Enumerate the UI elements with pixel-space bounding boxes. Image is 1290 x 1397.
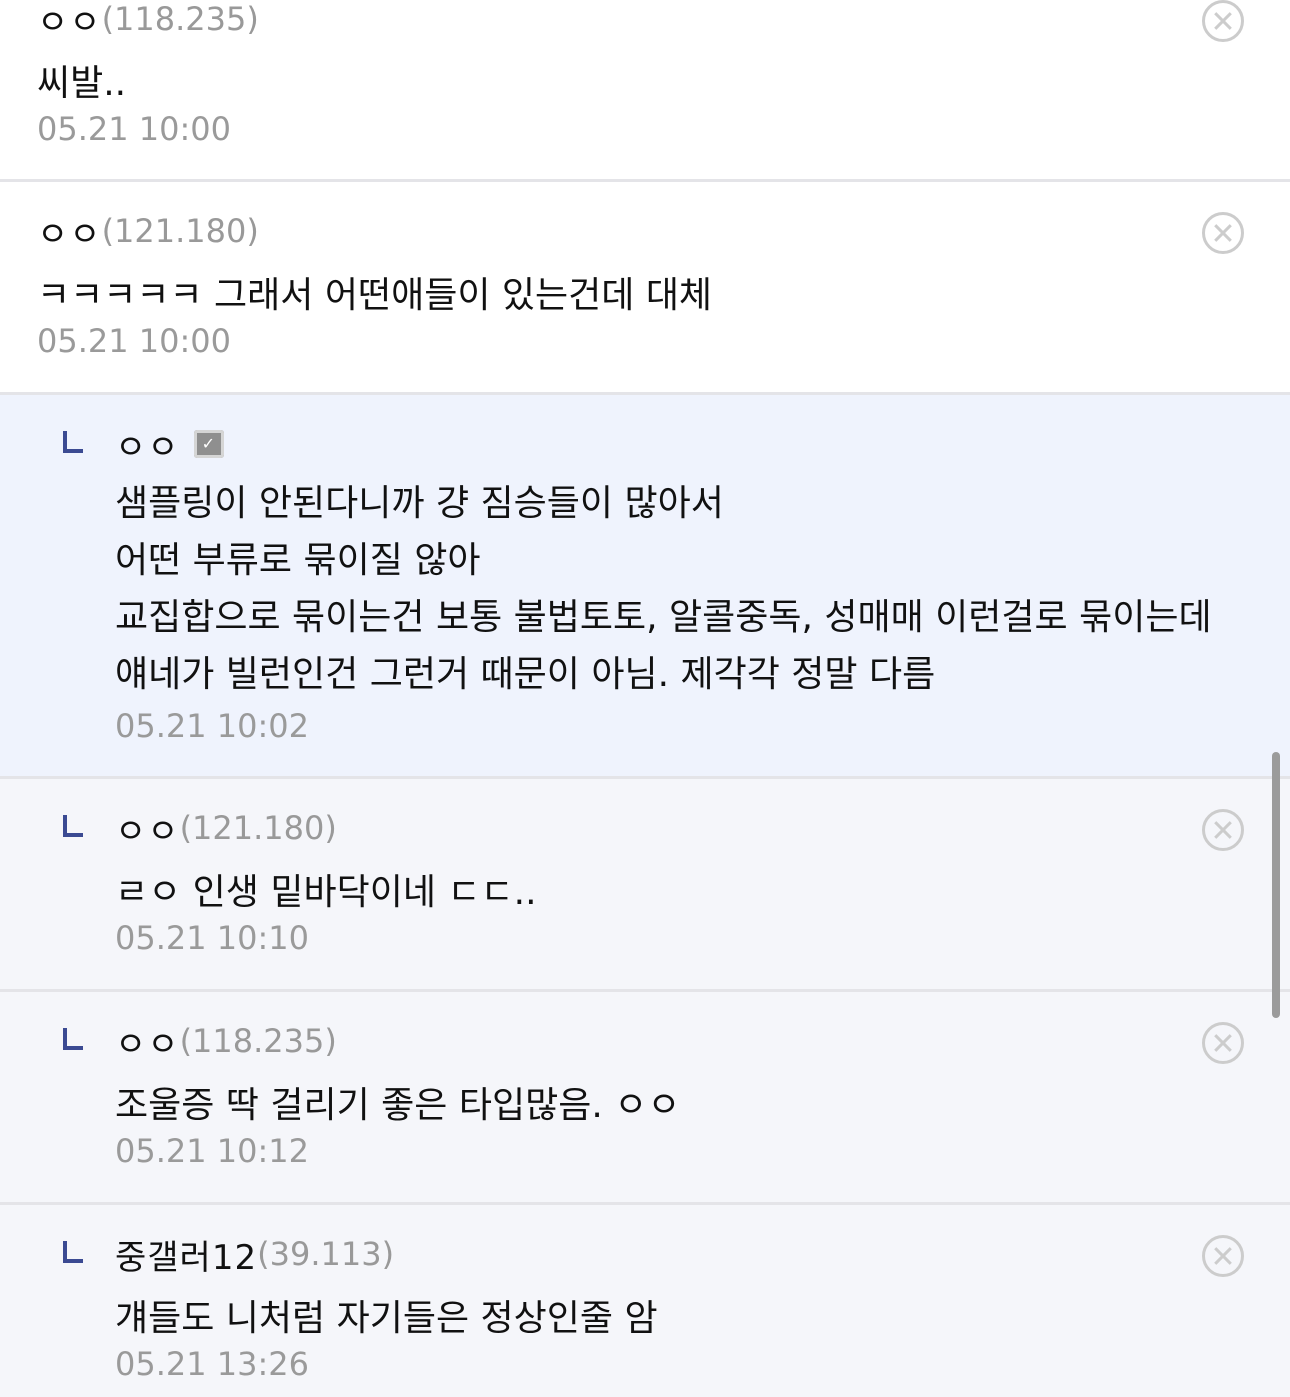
reply-arrow-icon <box>63 815 83 837</box>
comment-ip: (118.235) <box>101 0 259 38</box>
comment-text-line: 조울증 딱 걸리기 좋은 타입많음. ㅇㅇ <box>115 1085 681 1126</box>
comment-text-line: 어떤 부류로 묶이질 않아 <box>115 540 481 581</box>
reply-comment-item: 중갤러12 (39.113) 걔들도 니처럼 자기들은 정상인줄 암 05.21… <box>0 1205 1290 1397</box>
comment-nickname[interactable]: ㅇㅇ <box>115 420 180 469</box>
comment-text-line: 걔들도 니처럼 자기들은 정상인줄 암 <box>115 1298 658 1339</box>
comment-nickname[interactable]: ㅇㅇ <box>115 804 180 853</box>
comment-nickname[interactable]: ㅇㅇ <box>37 207 102 256</box>
delete-comment-button[interactable] <box>1202 212 1244 254</box>
comment-ip: (118.235) <box>179 1022 337 1060</box>
comment-text: 조울증 딱 걸리기 좋은 타입많음. ㅇㅇ <box>115 1077 680 1134</box>
reply-arrow-icon <box>63 1241 83 1263</box>
comment-text-line: 씨발.. <box>37 63 127 104</box>
comment-text: 씨발.. <box>37 55 126 112</box>
comment-header: ㅇㅇ (118.235) <box>37 0 259 44</box>
comment-date: 05.21 10:10 <box>115 919 309 957</box>
comment-date: 05.21 10:00 <box>37 322 231 360</box>
comment-text-line: ㄹㅇ 인생 밑바닥이네 ㄷㄷ.. <box>115 872 537 913</box>
comment-date: 05.21 10:00 <box>37 110 231 148</box>
comment-text-line: ㅋㅋㅋㅋㅋ 그래서 어떤애들이 있는건데 대체 <box>37 275 713 316</box>
comment-nickname[interactable]: 중갤러12 <box>115 1230 257 1279</box>
comment-item: ㅇㅇ (121.180) ㅋㅋㅋㅋㅋ 그래서 어떤애들이 있는건데 대체 05.… <box>0 182 1290 395</box>
comment-text-line: 교집합으로 묶이는건 보통 불법토토, 알콜중독, 성매매 이런걸로 묶이는데 <box>115 597 1212 638</box>
delete-comment-button[interactable] <box>1202 1235 1244 1277</box>
comment-list-screen: ㅇㅇ (118.235) 씨발.. 05.21 10:00 ㅇㅇ (121.18… <box>0 0 1290 1397</box>
comment-date: 05.21 10:12 <box>115 1132 309 1170</box>
delete-comment-button[interactable] <box>1202 0 1244 42</box>
delete-comment-button[interactable] <box>1202 1022 1244 1064</box>
reply-arrow-icon <box>63 431 83 453</box>
delete-comment-button[interactable] <box>1202 809 1244 851</box>
comment-text-line: 샘플링이 안된다니까 걍 짐승들이 많아서 <box>115 483 724 524</box>
scrollbar-thumb[interactable] <box>1272 752 1280 1018</box>
reply-comment-item: ㅇㅇ ✓ 샘플링이 안된다니까 걍 짐승들이 많아서 어떤 부류로 묶이질 않아… <box>0 395 1290 779</box>
comment-ip: (121.180) <box>179 809 337 847</box>
comment-date: 05.21 10:02 <box>115 707 309 745</box>
comment-header: ㅇㅇ (121.180) <box>115 804 337 853</box>
comment-nickname[interactable]: ㅇㅇ <box>115 1017 180 1066</box>
comment-text: ㄹㅇ 인생 밑바닥이네 ㄷㄷ.. <box>115 864 537 921</box>
comment-nickname[interactable]: ㅇㅇ <box>37 0 102 44</box>
comment-date: 05.21 13:26 <box>115 1345 309 1383</box>
comment-text: 샘플링이 안된다니까 걍 짐승들이 많아서 어떤 부류로 묶이질 않아 교집합으… <box>115 475 1212 703</box>
comment-item: ㅇㅇ (118.235) 씨발.. 05.21 10:00 <box>0 0 1290 182</box>
reply-comment-item: ㅇㅇ (121.180) ㄹㅇ 인생 밑바닥이네 ㄷㄷ.. 05.21 10:1… <box>0 779 1290 992</box>
comment-list: ㅇㅇ (118.235) 씨발.. 05.21 10:00 ㅇㅇ (121.18… <box>0 0 1290 1397</box>
comment-ip: (121.180) <box>101 212 259 250</box>
comment-text-line: 얘네가 빌런인건 그런거 때문이 아님. 제각각 정말 다름 <box>115 654 936 695</box>
reply-arrow-icon <box>63 1028 83 1050</box>
comment-header: 중갤러12 (39.113) <box>115 1230 395 1279</box>
comment-header: ㅇㅇ (121.180) <box>37 207 259 256</box>
reply-comment-item: ㅇㅇ (118.235) 조울증 딱 걸리기 좋은 타입많음. ㅇㅇ 05.21… <box>0 992 1290 1205</box>
comment-text: ㅋㅋㅋㅋㅋ 그래서 어떤애들이 있는건데 대체 <box>37 267 712 324</box>
comment-header: ㅇㅇ ✓ <box>115 420 224 469</box>
comment-ip: (39.113) <box>257 1235 395 1273</box>
user-badge-icon: ✓ <box>193 430 224 458</box>
comment-header: ㅇㅇ (118.235) <box>115 1017 337 1066</box>
comment-text: 걔들도 니처럼 자기들은 정상인줄 암 <box>115 1290 658 1347</box>
